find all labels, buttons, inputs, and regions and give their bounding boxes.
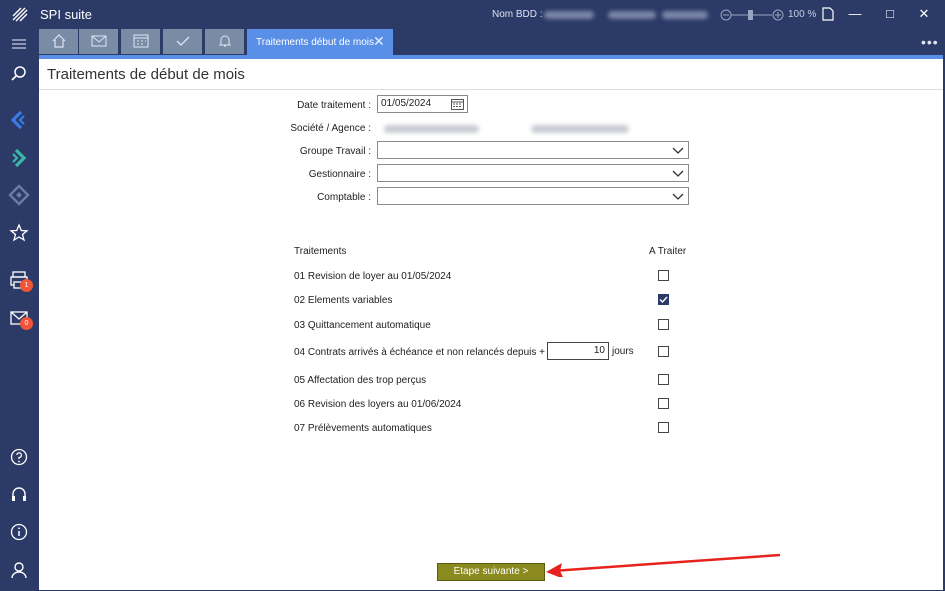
zoom-slider[interactable] — [720, 8, 790, 22]
treatment-label-05: 05 Affectation des trop perçus — [294, 375, 427, 386]
societe-value-redacted — [384, 125, 479, 133]
treatment-label-02: 02 Elements variables — [294, 295, 393, 306]
check-icon — [176, 36, 190, 46]
date-traitement-input[interactable]: 01/05/2024 — [377, 95, 468, 113]
treatment-label-04: 04 Contrats arrivés à échéance et non re… — [294, 347, 559, 358]
annotation-arrow — [546, 553, 781, 577]
next-step-button[interactable]: Etape suivante > — [437, 563, 545, 581]
societe-agence-label: Société / Agence : — [290, 123, 371, 134]
app-title: SPI suite — [40, 7, 93, 22]
maximize-button[interactable]: □ — [880, 4, 900, 24]
tab-calendar[interactable] — [121, 29, 161, 54]
messages-badge: 0 — [20, 317, 33, 330]
close-tab-icon[interactable]: ✕ — [373, 33, 385, 50]
gestionnaire-label: Gestionnaire : — [308, 169, 371, 180]
tab-bar: Traitements début de mois ✕ ••• — [39, 29, 945, 55]
db-user-redacted — [662, 11, 708, 19]
calendar-picker-icon[interactable] — [451, 98, 464, 110]
hamburger-menu-icon[interactable] — [8, 33, 30, 55]
days-unit-label: jours — [612, 346, 634, 357]
calendar-icon — [133, 34, 149, 48]
chevron-down-icon — [672, 170, 684, 177]
checkmark-icon — [659, 296, 668, 304]
days-threshold-input[interactable]: 10 — [547, 342, 609, 360]
tab-traitements-debut-mois[interactable]: Traitements début de mois ✕ — [247, 29, 393, 55]
page-title: Traitements de début de mois — [47, 66, 245, 83]
chevron-down-icon — [672, 147, 684, 154]
module-right-arrow-icon[interactable] — [8, 147, 30, 169]
comptable-select[interactable] — [377, 187, 689, 205]
minimize-button[interactable]: — — [845, 4, 865, 24]
header-a-traiter: A Traiter — [649, 246, 687, 257]
bell-icon — [218, 35, 232, 47]
module-left-arrow-icon[interactable] — [8, 109, 30, 131]
agence-value-redacted — [531, 125, 629, 133]
db-name-redacted — [544, 11, 594, 19]
db-name-label: Nom BDD : — [492, 9, 543, 20]
user-profile-icon[interactable] — [8, 559, 30, 581]
tab-tasks[interactable] — [163, 29, 203, 54]
zoom-level: 100 % — [788, 9, 817, 20]
checkbox-treatment-05[interactable] — [658, 374, 669, 385]
app-logo-icon — [12, 7, 28, 22]
checkbox-treatment-01[interactable] — [658, 270, 669, 281]
checkbox-treatment-02[interactable] — [658, 294, 669, 305]
sidebar: 1 0 — [0, 29, 39, 591]
treatment-label-01: 01 Revision de loyer au 01/05/2024 — [294, 271, 452, 282]
support-headset-icon[interactable] — [8, 484, 30, 506]
checkbox-treatment-06[interactable] — [658, 398, 669, 409]
groupe-travail-label: Groupe Travail : — [299, 146, 371, 157]
tab-notifications[interactable] — [205, 29, 245, 54]
tab-label: Traitements début de mois — [256, 37, 375, 48]
header-traitements: Traitements — [294, 246, 347, 257]
checkbox-treatment-03[interactable] — [658, 319, 669, 330]
groupe-travail-select[interactable] — [377, 141, 689, 159]
home-icon — [52, 34, 66, 48]
db-server-redacted — [608, 11, 656, 19]
comptable-label: Comptable : — [317, 192, 371, 203]
treatment-label-07: 07 Prélèvements automatiques — [294, 423, 432, 434]
close-window-button[interactable]: ✕ — [914, 4, 934, 24]
treatment-label-06: 06 Revision des loyers au 01/06/2024 — [294, 399, 462, 410]
tab-home[interactable] — [39, 29, 79, 54]
gestionnaire-select[interactable] — [377, 164, 689, 182]
search-icon[interactable] — [8, 63, 30, 85]
date-value: 01/05/2024 — [381, 98, 432, 109]
checkbox-treatment-07[interactable] — [658, 422, 669, 433]
date-label: Date traitement : — [297, 100, 371, 111]
chevron-down-icon — [672, 193, 684, 200]
title-bar: SPI suite Nom BDD : 100 % — □ ✕ — [0, 0, 945, 29]
favorites-star-icon[interactable] — [8, 222, 30, 244]
title-divider — [39, 89, 943, 90]
checkbox-treatment-04[interactable] — [658, 346, 669, 357]
document-icon[interactable] — [822, 7, 834, 21]
module-diamond-icon[interactable] — [8, 184, 30, 206]
tab-mail[interactable] — [79, 29, 119, 54]
treatment-label-03: 03 Quittancement automatique — [294, 320, 431, 331]
mail-icon — [91, 35, 107, 47]
info-icon[interactable] — [8, 521, 30, 543]
help-icon[interactable] — [8, 446, 30, 468]
print-badge: 1 — [20, 279, 33, 292]
more-options-icon[interactable]: ••• — [921, 34, 939, 50]
main-content: Traitements de début de mois Date traite… — [39, 59, 943, 590]
